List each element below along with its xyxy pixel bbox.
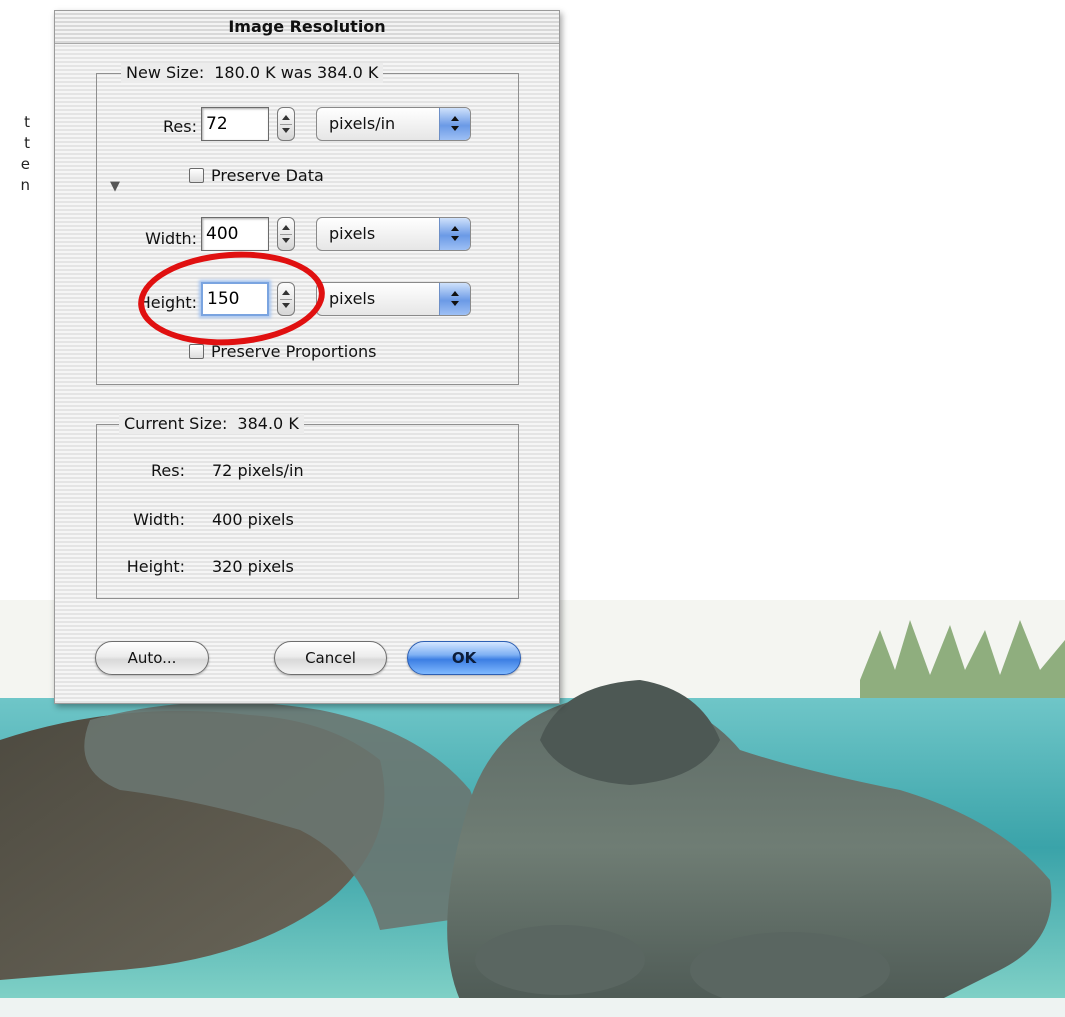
dialog-title: Image Resolution: [228, 17, 386, 36]
select-arrows-icon: [439, 218, 470, 250]
dialog-titlebar[interactable]: Image Resolution: [55, 11, 559, 44]
cropped-text-line: e: [20, 155, 30, 173]
select-arrows-icon: [439, 108, 470, 140]
width-input[interactable]: 400: [201, 217, 269, 251]
res-unit-value: pixels/in: [329, 114, 396, 133]
disclosure-triangle-icon[interactable]: ▼: [110, 179, 120, 194]
preserve-data-checkbox[interactable]: [189, 168, 204, 183]
cancel-button[interactable]: Cancel: [274, 641, 387, 675]
current-size-value: 384.0 K: [237, 414, 299, 433]
current-height-label: Height:: [126, 557, 185, 576]
width-stepper[interactable]: [277, 217, 295, 251]
stepper-down-icon: [282, 238, 290, 243]
stepper-up-icon: [282, 115, 290, 120]
current-size-label: Current Size:: [124, 414, 228, 433]
cropped-text-line: n: [20, 176, 30, 194]
cropped-text-line: t: [24, 134, 30, 152]
new-size-value: 180.0 K was 384.0 K: [214, 63, 379, 82]
new-size-legend: New Size: 180.0 K was 384.0 K: [121, 63, 384, 83]
width-unit-select[interactable]: pixels: [316, 217, 471, 251]
res-unit-select[interactable]: pixels/in: [316, 107, 471, 141]
res-label: Res:: [163, 117, 197, 136]
height-unit-value: pixels: [329, 289, 376, 308]
auto-button[interactable]: Auto...: [95, 641, 209, 675]
current-res-value: 72 pixels/in: [212, 461, 304, 480]
current-res-label: Res:: [151, 461, 185, 480]
select-arrows-icon: [439, 283, 470, 315]
cropped-text-line: t: [24, 113, 30, 131]
current-size-legend: Current Size: 384.0 K: [119, 414, 304, 434]
preserve-proportions-checkbox[interactable]: [189, 344, 204, 359]
res-input[interactable]: 72: [201, 107, 269, 141]
preserve-proportions-label: Preserve Proportions: [211, 342, 377, 361]
current-height-value: 320 pixels: [212, 557, 294, 576]
new-size-label: New Size:: [126, 63, 205, 82]
cropped-side-text: t t e n: [0, 112, 30, 196]
stepper-up-icon: [282, 225, 290, 230]
width-label: Width:: [145, 229, 197, 248]
height-unit-select[interactable]: pixels: [316, 282, 471, 316]
width-unit-value: pixels: [329, 224, 376, 243]
stepper-down-icon: [282, 128, 290, 133]
ok-button[interactable]: OK: [407, 641, 521, 675]
preserve-data-label: Preserve Data: [211, 166, 324, 185]
res-stepper[interactable]: [277, 107, 295, 141]
current-width-value: 400 pixels: [212, 510, 294, 529]
current-width-label: Width:: [133, 510, 185, 529]
image-resolution-dialog: Image Resolution New Size: 180.0 K was 38…: [54, 10, 560, 704]
